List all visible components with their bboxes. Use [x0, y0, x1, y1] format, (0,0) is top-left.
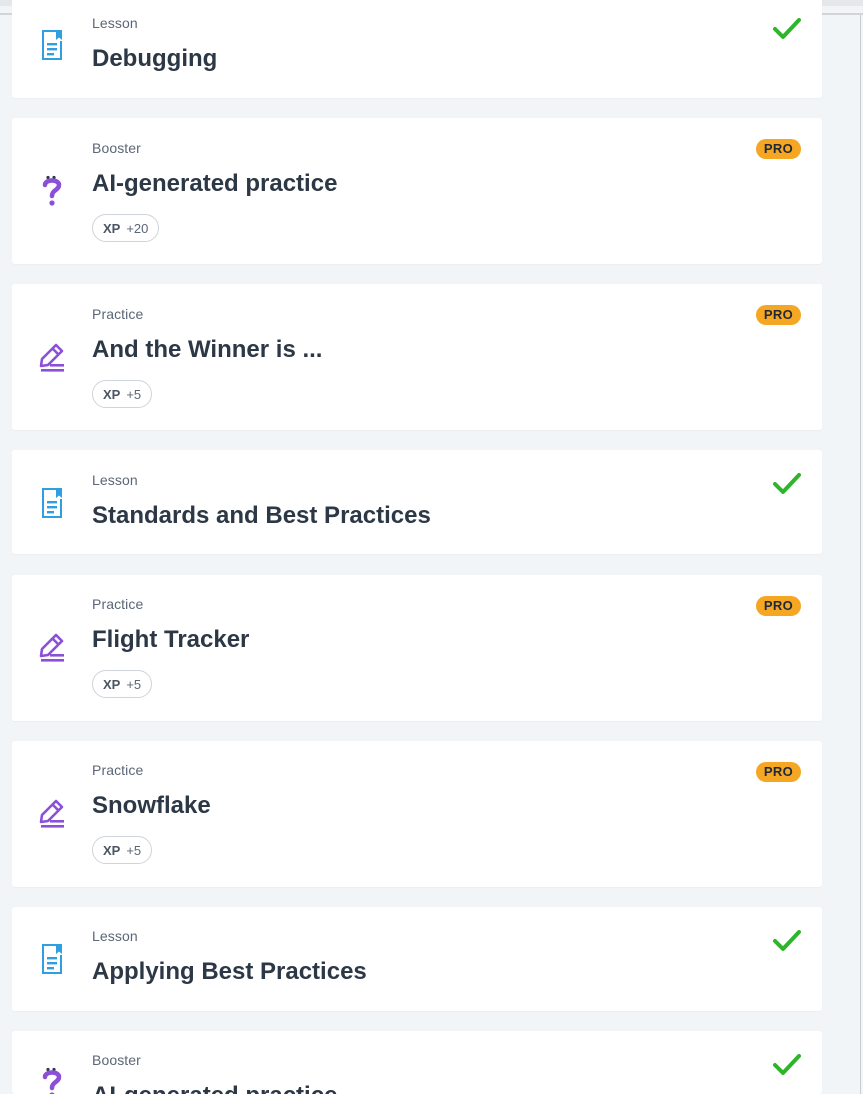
lesson-card[interactable]: Lesson Standards and Best Practices	[12, 450, 822, 554]
lesson-card[interactable]: Lesson Debugging	[12, 0, 822, 98]
booster-card[interactable]: Booster AI-generated practice XP +20 PRO	[12, 118, 822, 264]
xp-label: XP	[103, 220, 121, 236]
item-kind-label: Lesson	[92, 472, 138, 488]
pro-badge: PRO	[755, 762, 801, 782]
item-kind-label: Practice	[92, 596, 144, 612]
practice-card[interactable]: Practice Snowflake XP +5 PRO	[12, 741, 822, 887]
item-title[interactable]: Standards and Best Practices	[92, 502, 431, 530]
item-kind-label: Practice	[92, 762, 144, 778]
item-title[interactable]: Applying Best Practices	[92, 958, 367, 986]
item-kind-label: Booster	[92, 140, 141, 156]
item-title[interactable]: Snowflake	[92, 792, 211, 820]
xp-value: +20	[126, 220, 149, 236]
xp-badge: XP +5	[92, 836, 153, 864]
lesson-card[interactable]: Lesson Applying Best Practices	[12, 907, 822, 1011]
xp-label: XP	[103, 676, 121, 692]
item-kind-label: Practice	[92, 306, 144, 322]
xp-badge: XP +5	[92, 670, 153, 698]
practice-card[interactable]: Practice Flight Tracker XP +5 PRO	[12, 575, 822, 721]
xp-value: +5	[126, 676, 142, 692]
item-title[interactable]: Flight Tracker	[92, 626, 249, 654]
item-title[interactable]: And the Winner is ...	[92, 336, 322, 364]
item-kind-label: Lesson	[92, 928, 138, 944]
booster-card[interactable]: Booster AI-generated practice	[12, 1031, 822, 1094]
item-title[interactable]: AI-generated practice	[92, 1082, 337, 1094]
xp-value: +5	[126, 386, 142, 402]
right-divider	[860, 15, 861, 1094]
lesson-document-icon	[42, 30, 62, 60]
completed-check-icon	[773, 930, 801, 951]
booster-question-icon	[42, 175, 62, 206]
xp-value: +5	[126, 842, 142, 858]
item-kind-label: Booster	[92, 1052, 141, 1068]
lesson-document-icon	[42, 488, 62, 518]
practice-pencil-icon	[39, 633, 64, 662]
completed-check-icon	[773, 473, 801, 494]
practice-card[interactable]: Practice And the Winner is ... XP +5 PRO	[12, 284, 822, 430]
item-title[interactable]: AI-generated practice	[92, 170, 337, 198]
pro-badge: PRO	[755, 596, 801, 616]
practice-pencil-icon	[39, 799, 64, 828]
xp-badge: XP +20	[92, 214, 160, 242]
pro-badge: PRO	[755, 305, 801, 325]
completed-check-icon	[773, 1054, 801, 1075]
item-title[interactable]: Debugging	[92, 45, 217, 73]
xp-label: XP	[103, 842, 121, 858]
pro-badge: PRO	[755, 139, 801, 159]
xp-badge: XP +5	[92, 380, 153, 408]
xp-label: XP	[103, 386, 121, 402]
practice-pencil-icon	[39, 343, 64, 372]
item-kind-label: Lesson	[92, 15, 138, 31]
booster-question-icon	[42, 1067, 62, 1094]
lesson-document-icon	[42, 944, 62, 974]
completed-check-icon	[773, 18, 801, 39]
